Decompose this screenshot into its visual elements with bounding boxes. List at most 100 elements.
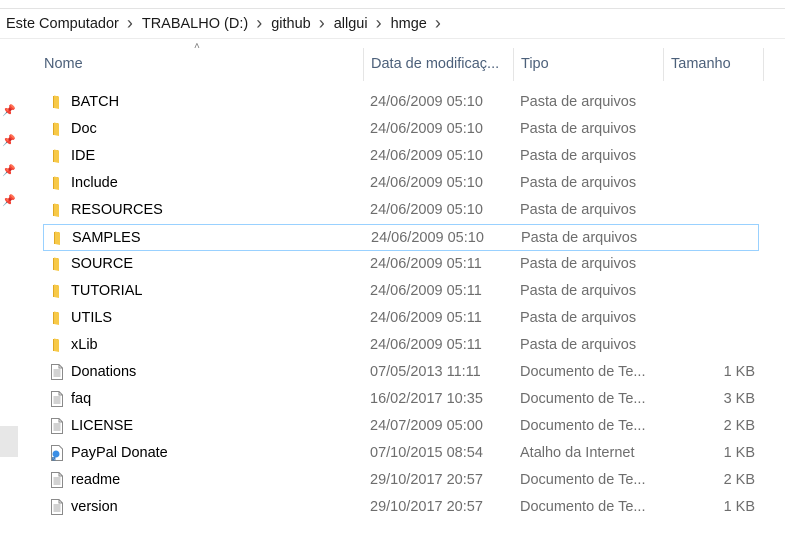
folder-row[interactable]: BATCH 24/06/2009 05:10 Pasta de arquivos [43,89,759,116]
file-date: 24/06/2009 05:10 [371,230,484,246]
breadcrumb-item[interactable]: TRABALHO (D:) [142,16,248,32]
file-date: 24/06/2009 05:10 [370,121,483,137]
pin-icon[interactable]: 📌 [2,165,16,178]
file-date: 24/06/2009 05:10 [370,175,483,191]
file-size [675,170,755,197]
file-size [675,197,755,224]
pin-icon[interactable]: 📌 [2,105,16,118]
navigation-scrollbar-thumb[interactable] [0,426,18,457]
file-type: Pasta de arquivos [520,337,637,353]
folder-icon [49,283,65,299]
file-row[interactable]: PayPal Donate 07/10/2015 08:54 Atalho da I… [43,440,759,467]
column-header-date[interactable]: Data de modificaç... [363,48,513,81]
folder-row[interactable]: UTILS 24/06/2009 05:11 Pasta de arquivos [43,305,759,332]
file-name: PayPal Donate [71,445,168,461]
file-type: Pasta de arquivos [520,94,637,110]
file-type: Pasta de arquivos [520,121,637,137]
window-top-strip [0,0,785,9]
file-name: UTILS [71,310,113,326]
file-name: SAMPLES [72,230,141,246]
text-document-icon [49,391,65,407]
breadcrumb: Este Computador › TRABALHO (D:) › github › all… [6,13,450,34]
chevron-right-icon[interactable]: › [435,13,441,34]
file-size [675,305,755,332]
file-date: 24/06/2009 05:10 [370,202,483,218]
breadcrumb-item[interactable]: Este Computador [6,16,119,32]
file-type: Pasta de arquivos [520,202,637,218]
file-date: 29/10/2017 20:57 [370,499,483,515]
file-name: BATCH [71,94,120,110]
file-size: 2 KB [723,418,755,434]
text-document-icon [49,472,65,488]
breadcrumb-item[interactable]: allgui [334,16,368,32]
breadcrumb-item[interactable]: hmge [391,16,427,32]
folder-icon [49,310,65,326]
file-type: Atalho da Internet [520,445,635,461]
file-name: readme [71,472,121,488]
file-size [675,116,755,143]
file-name: xLib [71,337,98,353]
file-type: Documento de Te... [520,364,646,380]
file-row[interactable]: Donations 07/05/2013 11:11 Documento de Te… [43,359,759,386]
column-header-name[interactable]: Nome [36,48,363,81]
file-size: 1 KB [723,364,755,380]
file-size: 2 KB [723,472,755,488]
file-name: SOURCE [71,256,134,272]
file-name: version [71,499,118,515]
folder-row[interactable]: SOURCE 24/06/2009 05:11 Pasta de arquivos [43,251,759,278]
address-bar[interactable]: Este Computador › TRABALHO (D:) › github › all… [0,9,785,39]
folder-row[interactable]: xLib 24/06/2009 05:11 Pasta de arquivos [43,332,759,359]
file-type: Pasta de arquivos [520,175,637,191]
file-type: Pasta de arquivos [520,310,637,326]
file-date: 16/02/2017 10:35 [370,391,483,407]
column-header: ˄ Nome Data de modificaç... Tipo Tamanho [36,41,776,81]
file-type: Pasta de arquivos [520,283,637,299]
file-row[interactable]: version 29/10/2017 20:57 Documento de Te..… [43,494,759,521]
file-date: 24/06/2009 05:11 [370,256,482,272]
file-type: Pasta de arquivos [520,256,637,272]
chevron-right-icon[interactable]: › [127,13,133,34]
file-type: Documento de Te... [520,472,646,488]
file-name: Doc [71,121,97,137]
folder-icon [49,256,65,272]
file-type: Pasta de arquivos [521,230,638,246]
breadcrumb-item[interactable]: github [271,16,311,32]
file-size [675,278,755,305]
internet-shortcut-icon [49,445,65,461]
folder-icon [49,148,65,164]
file-date: 24/07/2009 05:00 [370,418,483,434]
column-header-type[interactable]: Tipo [513,48,663,81]
column-header-size[interactable]: Tamanho [663,48,763,81]
folder-icon [49,94,65,110]
file-row[interactable]: LICENSE 24/07/2009 05:00 Documento de Te..… [43,413,759,440]
folder-row[interactable]: SAMPLES 24/06/2009 05:10 Pasta de arquivos [43,224,759,251]
file-size [675,143,755,170]
file-name: Include [71,175,118,191]
file-row[interactable]: faq 16/02/2017 10:35 Documento de Te... 3 K… [43,386,759,413]
file-date: 24/06/2009 05:11 [370,310,482,326]
folder-icon [49,121,65,137]
text-document-icon [49,364,65,380]
file-type: Documento de Te... [520,418,646,434]
folder-row[interactable]: IDE 24/06/2009 05:10 Pasta de arquivos [43,143,759,170]
column-divider[interactable] [763,48,764,81]
folder-row[interactable]: RESOURCES 24/06/2009 05:10 Pasta de arquiv… [43,197,759,224]
chevron-right-icon[interactable]: › [256,13,262,34]
file-name: faq [71,391,92,407]
folder-row[interactable]: TUTORIAL 24/06/2009 05:11 Pasta de arquivo… [43,278,759,305]
pin-icon[interactable]: 📌 [2,135,16,148]
folder-row[interactable]: Include 24/06/2009 05:10 Pasta de arquivos [43,170,759,197]
file-size [675,251,755,278]
file-size [675,332,755,359]
folder-row[interactable]: Doc 24/06/2009 05:10 Pasta de arquivos [43,116,759,143]
chevron-right-icon[interactable]: › [376,13,382,34]
navigation-pane: 📌 📌 📌 📌 [0,40,20,547]
folder-icon [49,202,65,218]
chevron-right-icon[interactable]: › [319,13,325,34]
file-type: Documento de Te... [520,499,646,515]
folder-icon [49,175,65,191]
file-size: 1 KB [723,445,755,461]
file-row[interactable]: readme 29/10/2017 20:57 Documento de Te...… [43,467,759,494]
pin-icon[interactable]: 📌 [2,195,16,208]
file-type: Pasta de arquivos [520,148,637,164]
